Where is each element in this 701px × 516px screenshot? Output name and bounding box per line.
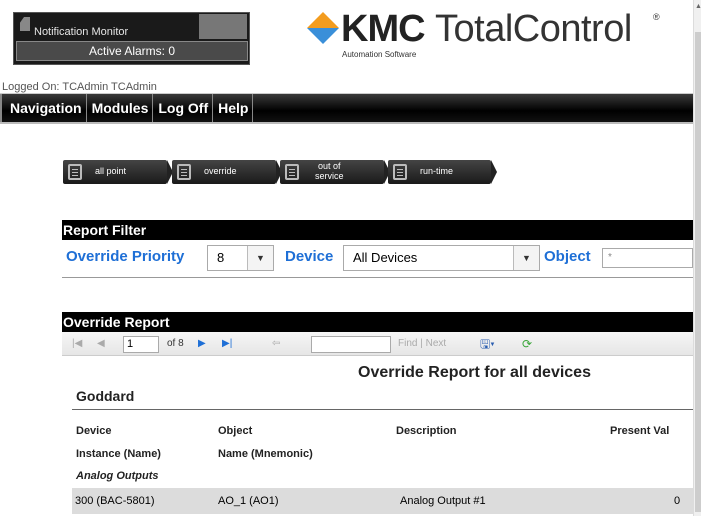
scroll-up-icon[interactable]: ▲: [695, 2, 701, 12]
nav-navigation[interactable]: Navigation: [0, 94, 87, 122]
object-label: Object: [544, 248, 591, 265]
scroll-thumb[interactable]: [695, 32, 701, 512]
back-icon[interactable]: ⇦: [272, 338, 280, 350]
nav-log-off[interactable]: Log Off: [153, 94, 214, 122]
report-icon: [68, 164, 82, 180]
col-header-device: Device: [76, 425, 112, 437]
tab-override[interactable]: override: [172, 160, 282, 184]
object-input[interactable]: *: [602, 248, 693, 268]
logo-diamond-icon: [307, 12, 339, 44]
logged-on-status: Logged On: TCAdmin TCAdmin: [0, 80, 693, 94]
tab-label-line2: service: [315, 171, 344, 181]
device-value: All Devices: [353, 250, 418, 265]
row-device: 300 (BAC-5801): [75, 495, 155, 507]
vertical-scrollbar[interactable]: ▲: [693, 0, 701, 516]
chevron-down-icon[interactable]: ▼: [513, 246, 539, 270]
col-header-name: Name (Mnemonic): [218, 448, 313, 460]
report-icon: [177, 164, 191, 180]
group-name: Goddard: [76, 388, 135, 404]
logo-product: TotalControl: [435, 8, 632, 50]
tab-label-line1: out of: [317, 161, 341, 171]
refresh-icon[interactable]: ⟳: [522, 338, 532, 350]
report-icon: [393, 164, 407, 180]
tab-run-time[interactable]: run-time: [388, 160, 497, 184]
find-next-link[interactable]: Find | Next: [398, 338, 446, 350]
active-alarms-badge[interactable]: Active Alarms: 0: [16, 41, 248, 61]
tab-label: out of service: [315, 161, 344, 181]
next-page-icon[interactable]: ▶: [198, 338, 206, 350]
first-page-icon[interactable]: |◀: [72, 338, 82, 350]
override-priority-label: Override Priority: [66, 248, 185, 265]
page-count: of 8: [167, 338, 184, 349]
report-filter: Override Priority 8 ▼ Device All Devices…: [62, 240, 693, 278]
override-priority-select[interactable]: 8 ▼: [207, 245, 274, 271]
col-header-description: Description: [396, 425, 457, 437]
last-page-icon[interactable]: ▶|: [222, 338, 232, 350]
device-label: Device: [285, 248, 334, 265]
app-header: Notification Monitor Active Alarms: 0 KM…: [0, 0, 693, 80]
notification-monitor[interactable]: Notification Monitor Active Alarms: 0: [13, 12, 250, 65]
report-toolbar: |◀ ◀ 1 of 8 ▶ ▶| ⇦ Find | Next 🖫▾ ⟳: [62, 332, 693, 356]
main-nav: Navigation Modules Log Off Help: [0, 94, 693, 124]
device-select[interactable]: All Devices ▼: [343, 245, 540, 271]
export-icon[interactable]: 🖫▾: [480, 338, 495, 350]
col-header-object: Object: [218, 425, 253, 437]
tab-out-of-service[interactable]: out of service: [280, 160, 390, 184]
col-header-instance: Instance (Name): [76, 448, 161, 460]
logo-registered: ®: [653, 12, 660, 22]
override-priority-value: 8: [217, 250, 225, 265]
find-input[interactable]: [311, 336, 391, 353]
notification-indicator: [199, 14, 247, 39]
tab-all-point[interactable]: all point: [63, 160, 173, 184]
category-label: Analog Outputs: [76, 470, 159, 482]
page-number-input[interactable]: 1: [123, 336, 159, 353]
report-filter-header: Report Filter: [62, 220, 693, 240]
notification-title: Notification Monitor: [34, 26, 129, 38]
tab-label: all point: [95, 166, 127, 176]
col-header-present-value: Present Val: [610, 425, 670, 437]
row-description: Analog Output #1: [400, 495, 486, 507]
table-row[interactable]: 300 (BAC-5801) AO_1 (AO1) Analog Output …: [72, 488, 693, 514]
tab-label: override: [204, 166, 237, 176]
report-title: Override Report for all devices: [358, 364, 591, 381]
prev-page-icon[interactable]: ◀: [97, 338, 105, 350]
nav-modules[interactable]: Modules: [87, 94, 154, 122]
report-icon: [285, 164, 299, 180]
kmc-logo: KMC TotalControl ® Automation Software: [305, 8, 665, 65]
row-object: AO_1 (AO1): [218, 495, 279, 507]
logo-subtitle: Automation Software: [342, 50, 417, 59]
row-present-value: 0: [674, 495, 681, 507]
override-report-header: Override Report: [62, 312, 693, 332]
notification-icon: [20, 17, 30, 31]
logo-brand: KMC: [341, 8, 426, 50]
nav-help[interactable]: Help: [213, 94, 254, 122]
chevron-down-icon[interactable]: ▼: [247, 246, 273, 270]
tab-label: run-time: [420, 166, 454, 176]
group-divider: [72, 409, 693, 410]
